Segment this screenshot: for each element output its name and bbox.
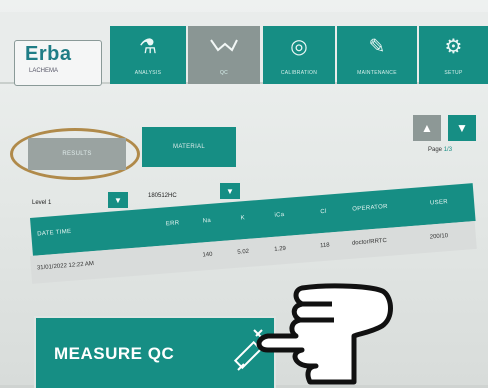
level-dropdown-button[interactable]: ▼ (108, 192, 128, 208)
col-ica: iCa (274, 212, 285, 219)
cell-k: 5.02 (237, 248, 250, 256)
col-user: USER (429, 199, 449, 207)
tab-results[interactable]: RESULTS (28, 138, 126, 170)
page-down-button[interactable]: ▼ (448, 115, 476, 141)
target-icon: ◎ (290, 36, 308, 58)
analyzer-screen: Erba LACHEMA ⚗ ANALYSIS QC ◎ CALIBRATION… (0, 0, 488, 388)
hand-pointer-overlay-icon (256, 283, 393, 385)
col-na: Na (202, 217, 212, 225)
qc-chart-icon (210, 39, 238, 52)
cell-ica: 1.29 (274, 245, 287, 253)
col-cl: Cl (320, 208, 327, 216)
nav-analysis-label: ANALYSIS (134, 70, 162, 76)
page-up-button[interactable]: ▲ (413, 115, 441, 141)
nav-maintenance[interactable]: ✎ MAINTENANCE (337, 26, 417, 84)
flask-icon: ⚗ (139, 36, 157, 58)
nav-calibration-label: CALIBRATION (280, 70, 318, 76)
wrench-icon: ✎ (368, 36, 386, 58)
cell-cl: 118 (319, 242, 330, 250)
top-navigation: Erba LACHEMA ⚗ ANALYSIS QC ◎ CALIBRATION… (0, 12, 488, 86)
cell-operator: doctor/RRTC (351, 237, 388, 247)
nav-maintenance-label: MAINTENANCE (357, 70, 397, 76)
col-err: ERR (165, 220, 180, 228)
cell-user: 200/10 (429, 233, 449, 241)
col-k: K (240, 215, 246, 222)
page-current: 1/3 (443, 147, 453, 153)
lot-select-value: 180512HC (148, 193, 177, 199)
nav-setup-label: SETUP (444, 70, 463, 76)
cell-date-time: 31/01/2022 12:22 AM (36, 261, 95, 272)
level-select-value: Level 1 (32, 200, 52, 206)
nav-qc[interactable]: QC (188, 26, 260, 84)
col-operator: OPERATOR (352, 203, 388, 213)
page-label: Page (428, 147, 443, 153)
arrow-up-icon: ▲ (421, 121, 433, 135)
logo-subtext: LACHEMA (29, 68, 59, 74)
lot-dropdown-button[interactable]: ▼ (220, 183, 240, 199)
cell-na: 140 (202, 251, 213, 259)
page-indicator: Page 1/3 (428, 147, 452, 153)
nav-setup[interactable]: ⚙ SETUP (419, 26, 488, 84)
gear-icon: ⚙ (444, 36, 463, 58)
logo-text: Erba (25, 43, 72, 65)
measure-qc-label: MEASURE QC (54, 344, 175, 363)
arrow-down-icon: ▼ (456, 121, 468, 135)
measure-qc-button[interactable]: MEASURE QC (36, 318, 274, 388)
erba-logo: Erba LACHEMA (14, 40, 102, 86)
tab-material[interactable]: MATERIAL (142, 127, 236, 167)
chevron-down-icon: ▼ (114, 195, 122, 205)
nav-analysis[interactable]: ⚗ ANALYSIS (110, 26, 186, 84)
col-date-time: DATE TIME (37, 228, 72, 238)
nav-qc-label: QC (219, 70, 229, 76)
nav-calibration[interactable]: ◎ CALIBRATION (263, 26, 335, 84)
chevron-down-icon: ▼ (226, 186, 234, 196)
